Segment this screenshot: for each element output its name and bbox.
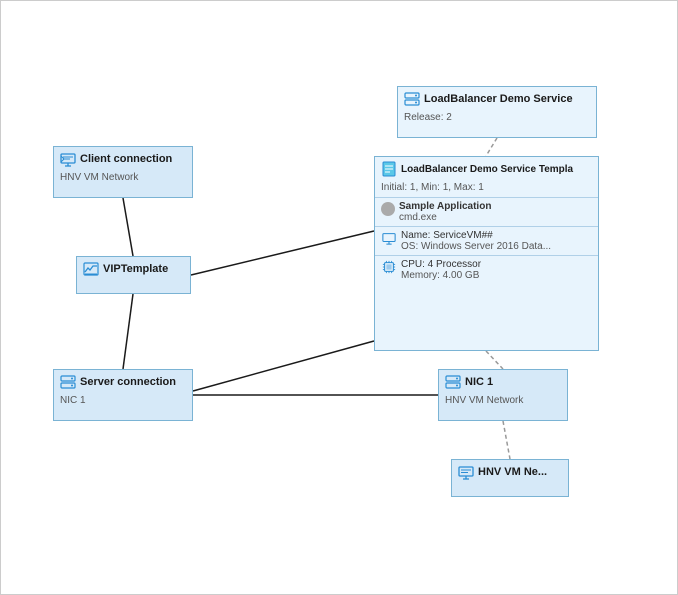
lb-template-app-cmd: cmd.exe bbox=[399, 212, 491, 223]
vip-template-header: VIPTemplate bbox=[77, 257, 190, 281]
server-connection-header: Server connection bbox=[54, 370, 192, 394]
lb-template-vm-row: Name: ServiceVM## OS: Windows Server 201… bbox=[375, 226, 598, 255]
server-connection-label: Server connection bbox=[80, 376, 176, 388]
nic1-node[interactable]: NIC 1 HNV VM Network bbox=[438, 369, 568, 421]
client-connection-header: Client connection bbox=[54, 147, 192, 171]
lb-service-sublabel: Release: 2 bbox=[398, 111, 596, 127]
client-connection-sublabel: HNV VM Network bbox=[54, 171, 192, 187]
nic1-sublabel: HNV VM Network bbox=[439, 394, 567, 410]
server-connection-sublabel: NIC 1 bbox=[54, 394, 192, 410]
lb-template-vm-icon bbox=[381, 230, 397, 246]
lb-service-header: LoadBalancer Demo Service bbox=[398, 87, 596, 111]
nic1-icon bbox=[445, 374, 461, 390]
lb-service-icon bbox=[404, 91, 420, 107]
lb-template-app-row: Sample Application cmd.exe bbox=[375, 197, 598, 226]
lb-template-cpu-row: CPU: 4 Processor Memory: 4.00 GB bbox=[375, 255, 598, 284]
lb-template-icon bbox=[381, 161, 397, 177]
client-connection-label: Client connection bbox=[80, 153, 172, 165]
vip-template-node[interactable]: VIPTemplate bbox=[76, 256, 191, 294]
lb-template-vm-name: Name: ServiceVM## bbox=[401, 230, 551, 241]
vip-template-label: VIPTemplate bbox=[103, 263, 168, 275]
lb-template-node[interactable]: LoadBalancer Demo Service Templa Initial… bbox=[374, 156, 599, 351]
lb-template-app-name: Sample Application bbox=[399, 201, 491, 212]
diagram-canvas: Client connection HNV VM Network VIPTemp… bbox=[0, 0, 678, 595]
vip-template-icon bbox=[83, 261, 99, 277]
server-connection-node[interactable]: Server connection NIC 1 bbox=[53, 369, 193, 421]
app-icon bbox=[381, 202, 395, 216]
client-connection-icon bbox=[60, 151, 76, 167]
server-connection-icon bbox=[60, 374, 76, 390]
lb-template-label: LoadBalancer Demo Service Templa bbox=[401, 164, 573, 175]
nic1-label: NIC 1 bbox=[465, 376, 493, 388]
nic1-header: NIC 1 bbox=[439, 370, 567, 394]
lb-template-cpu-icon bbox=[381, 259, 397, 275]
lb-template-vm-os: OS: Windows Server 2016 Data... bbox=[401, 241, 551, 252]
lb-service-label: LoadBalancer Demo Service bbox=[424, 93, 573, 105]
client-connection-node[interactable]: Client connection HNV VM Network bbox=[53, 146, 193, 198]
lb-template-initial: Initial: 1, Min: 1, Max: 1 bbox=[375, 181, 598, 197]
lb-template-memory: Memory: 4.00 GB bbox=[401, 270, 481, 281]
lb-template-header: LoadBalancer Demo Service Templa bbox=[375, 157, 598, 181]
hnv-network-icon bbox=[458, 464, 474, 480]
hnv-network-header: HNV VM Ne... bbox=[452, 460, 568, 484]
lb-service-node[interactable]: LoadBalancer Demo Service Release: 2 bbox=[397, 86, 597, 138]
hnv-network-label: HNV VM Ne... bbox=[478, 466, 547, 478]
lb-template-cpu: CPU: 4 Processor bbox=[401, 259, 481, 270]
hnv-network-node[interactable]: HNV VM Ne... bbox=[451, 459, 569, 497]
